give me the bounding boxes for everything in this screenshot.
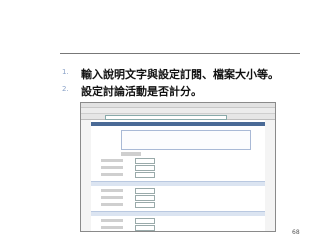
setting-select	[135, 172, 155, 178]
setting-row	[91, 165, 265, 171]
list-text: 輸入說明文字與設定訂閱、檔案大小等。	[81, 68, 279, 81]
setting-label	[101, 219, 123, 222]
setting-row	[91, 172, 265, 178]
divider-line	[60, 53, 300, 54]
editor-path-text	[121, 152, 141, 156]
form-header-bar	[91, 122, 265, 126]
setting-select	[135, 218, 155, 224]
setting-row	[91, 202, 265, 208]
setting-label	[101, 173, 123, 176]
setting-label	[101, 166, 123, 169]
page-number: 68	[292, 229, 300, 236]
setting-row	[91, 188, 265, 194]
setting-select	[135, 158, 155, 164]
setting-row	[91, 218, 265, 224]
list-text: 設定討論活動是否計分。	[81, 85, 202, 98]
setting-select	[135, 225, 155, 231]
setting-label	[101, 226, 123, 229]
embedded-screenshot	[80, 102, 276, 232]
list-number: 1.	[62, 68, 69, 76]
setting-label	[101, 189, 123, 192]
description-editor	[121, 130, 251, 150]
list-item: 2. 設定討論活動是否計分。	[62, 83, 312, 100]
instruction-list: 1. 輸入說明文字與設定訂閱、檔案大小等。 2. 設定討論活動是否計分。	[62, 66, 312, 100]
list-number: 2.	[62, 85, 69, 93]
setting-label	[101, 196, 123, 199]
setting-select	[135, 165, 155, 171]
form-content	[91, 120, 265, 231]
setting-label	[101, 159, 123, 162]
setting-row	[91, 158, 265, 164]
list-item: 1. 輸入說明文字與設定訂閱、檔案大小等。	[62, 66, 312, 83]
setting-select	[135, 195, 155, 201]
setting-row	[91, 225, 265, 231]
section-header	[91, 211, 265, 216]
setting-select	[135, 188, 155, 194]
section-header	[91, 181, 265, 186]
setting-select	[135, 202, 155, 208]
setting-label	[101, 203, 123, 206]
setting-row	[91, 195, 265, 201]
